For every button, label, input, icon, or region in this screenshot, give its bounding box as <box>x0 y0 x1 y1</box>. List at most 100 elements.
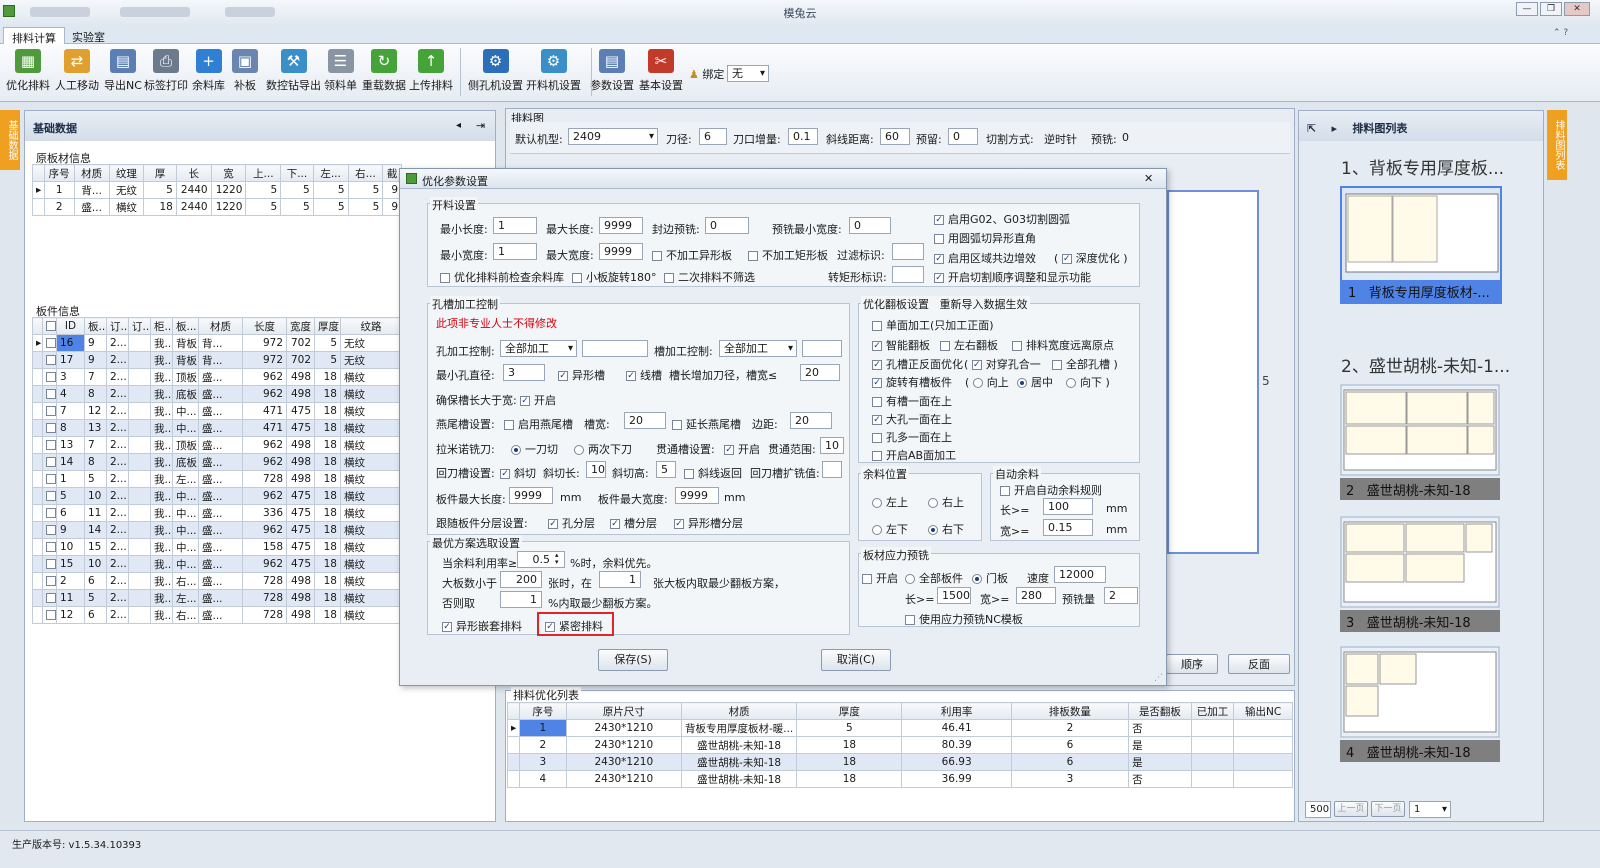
column-header[interactable]: 材质 <box>680 702 798 720</box>
table-row[interactable]: 5 10 2... 我... 中... 盛... 962 475 18 横纹 <box>32 487 402 505</box>
close-button[interactable]: ✕ <box>1564 2 1590 16</box>
column-header[interactable]: 柜... <box>150 317 173 335</box>
column-header[interactable]: 长度 <box>242 317 287 335</box>
toolbar-button-0[interactable]: ▦ 优化排料 <box>6 49 50 93</box>
column-header[interactable]: 是否翻板 <box>1128 702 1192 720</box>
table-row[interactable]: 12 6 2... 我... 右... 盛... 728 498 18 横纹 <box>32 606 402 624</box>
toolbar-button-10[interactable]: ⚙ 侧孔机设置 <box>468 49 523 93</box>
pre-amount-input[interactable]: 2 <box>1104 587 1138 604</box>
minimize-button[interactable]: — <box>1516 2 1538 16</box>
hole-pos-checkbox[interactable]: ✓ 孔槽正反面优化 <box>872 356 963 372</box>
layout-card-1[interactable]: 1 背板专用厚度板材-... <box>1340 186 1502 304</box>
row-checkbox-cell[interactable] <box>42 572 57 590</box>
column-header[interactable]: 宽度 <box>286 317 315 335</box>
row-checkbox-cell[interactable] <box>42 470 57 488</box>
row-checkbox[interactable] <box>46 355 56 365</box>
one-cut-radio[interactable]: 一刀切 <box>511 441 558 457</box>
back-ext-input[interactable] <box>822 461 842 478</box>
column-header[interactable]: 订... <box>128 317 151 335</box>
column-header[interactable]: 厚度 <box>796 702 903 720</box>
next-page-button[interactable]: 下一页 <box>1371 801 1405 817</box>
column-header[interactable]: 下... <box>280 164 314 182</box>
hole-ctrl-select[interactable]: 全部加工 <box>500 340 577 357</box>
table-row[interactable]: 17 9 2... 我... 背板 背... 972 702 5 无纹 <box>32 351 402 369</box>
toolbar-button-8[interactable]: ↻ 重载数据 <box>362 49 406 93</box>
layout-card-2[interactable]: 2 盛世胡桃-未知-18 <box>1340 384 1502 504</box>
prev-page-button[interactable]: 上一页 <box>1334 801 1368 817</box>
row-checkbox[interactable] <box>46 593 56 603</box>
pin-icon[interactable]: ⇥ <box>476 119 485 132</box>
st-len-input[interactable]: 1500 <box>937 587 971 604</box>
row-checkbox-cell[interactable] <box>42 538 57 556</box>
rotate180-checkbox[interactable]: 小板旋转180° <box>572 269 657 285</box>
table-row[interactable]: 9 14 2... 我... 中... 盛... 962 475 18 横纹 <box>32 521 402 539</box>
table-row[interactable]: 8 13 2... 我... 中... 盛... 471 475 18 横纹 <box>32 419 402 437</box>
ab-checkbox[interactable]: 开启AB面加工 <box>872 447 956 463</box>
oblique-checkbox[interactable]: ✓ 斜切 <box>500 465 536 481</box>
min-length-input[interactable]: 1 <box>493 217 537 234</box>
max-part-len-input[interactable]: 9999 <box>509 487 553 504</box>
bind-select[interactable]: 无 <box>727 65 769 82</box>
table-row[interactable]: ▸ 1 2430*1210 背板专用厚度板材-暖... 5 46.41 2 否 <box>506 719 1293 737</box>
layout-card-4[interactable]: 4 盛世胡桃-未知-18 <box>1340 646 1502 766</box>
filter-mark-input[interactable] <box>892 243 924 260</box>
column-header[interactable]: 材质 <box>73 164 110 182</box>
max-width-input[interactable]: 9999 <box>599 243 643 260</box>
save-button[interactable]: 保存(S) <box>598 649 668 671</box>
column-header[interactable]: 上... <box>245 164 282 182</box>
column-header[interactable]: 排板数量 <box>1010 702 1130 720</box>
row-checkbox-cell[interactable] <box>42 521 57 539</box>
st-w-input[interactable]: 280 <box>1016 587 1056 604</box>
two-cut-radio[interactable]: 两次下刀 <box>574 441 632 457</box>
knife-input[interactable]: 6 <box>699 128 727 145</box>
toolbar-button-6[interactable]: ⚒ 数控钻导出 <box>266 49 321 93</box>
collapse-ribbon-icon[interactable]: ⌃ ? <box>1553 28 1568 38</box>
machine-select[interactable]: 2409 <box>568 128 658 145</box>
row-checkbox[interactable] <box>46 423 56 433</box>
column-header[interactable]: 右... <box>347 164 384 182</box>
table-row[interactable]: 15 10 2... 我... 中... 盛... 962 475 18 横纹 <box>32 555 402 573</box>
lt-radio[interactable]: 左上 <box>872 494 908 510</box>
slot-ctrl-select[interactable]: 全部加工 <box>719 340 797 357</box>
big-less-input[interactable]: 200 <box>500 571 542 588</box>
row-checkbox[interactable] <box>46 372 56 382</box>
page-size-input[interactable]: 500 <box>1305 801 1331 818</box>
row-checkbox-cell[interactable] <box>42 351 57 369</box>
page-select[interactable]: 1 <box>1409 801 1451 818</box>
min-dia-input[interactable]: 3 <box>503 364 545 381</box>
oblique-h-input[interactable]: 5 <box>656 461 676 478</box>
table-row[interactable]: 4 8 2... 我... 底板 盛... 962 498 18 横纹 <box>32 385 402 403</box>
all-parts-radio[interactable]: 全部板件 <box>905 570 963 586</box>
table-row[interactable]: ▸ 16 9 2... 我... 背板 背... 972 702 5 无纹 <box>32 334 402 352</box>
column-header[interactable]: 宽 <box>210 164 247 182</box>
column-header[interactable] <box>42 317 57 335</box>
toolbar-button-5[interactable]: ▣ 补板 <box>232 49 258 93</box>
arc-checkbox[interactable]: 用圆弧切异形直角 <box>934 230 1036 246</box>
cancel-button[interactable]: 取消(C) <box>821 649 891 671</box>
w-ge-input[interactable]: 0.15 <box>1043 519 1093 536</box>
slot-one-checkbox[interactable]: 有槽一面在上 <box>872 393 952 409</box>
row-checkbox[interactable] <box>46 338 56 348</box>
toolbar-button-11[interactable]: ⚙ 开料机设置 <box>526 49 581 93</box>
row-checkbox-cell[interactable] <box>42 555 57 573</box>
table-row[interactable]: 4 2430*1210 盛世胡桃-未知-18 18 36.99 3 否 <box>506 770 1293 788</box>
column-header[interactable]: 利用率 <box>901 702 1012 720</box>
big-less-input2[interactable]: 1 <box>599 571 641 588</box>
resize-grip-icon[interactable]: ⋰ <box>1154 673 1163 683</box>
no-rect-checkbox[interactable]: 不加工矩形板 <box>748 247 828 263</box>
edge-input[interactable]: 20 <box>790 412 832 429</box>
row-checkbox-cell[interactable] <box>42 385 57 403</box>
deep-opt-checkbox[interactable]: ( ✓ 深度优化 ) <box>1054 250 1128 266</box>
column-header[interactable]: 序号 <box>43 164 75 182</box>
max-part-w-input[interactable]: 9999 <box>675 487 719 504</box>
lb-radio[interactable]: 左下 <box>872 521 908 537</box>
row-checkbox[interactable] <box>46 559 56 569</box>
column-header[interactable]: 序号 <box>519 702 567 720</box>
down-radio[interactable]: 向下 ) <box>1066 374 1110 390</box>
row-checkbox-cell[interactable] <box>42 436 57 454</box>
expand-icon[interactable]: ▸ <box>1332 122 1338 135</box>
column-header[interactable]: 厚度 <box>314 317 341 335</box>
column-header[interactable]: 原片尺寸 <box>565 702 682 720</box>
oblique-len-input[interactable]: 10 <box>586 461 606 478</box>
auto-remain-checkbox[interactable]: 开启自动余料规则 <box>1000 482 1102 498</box>
